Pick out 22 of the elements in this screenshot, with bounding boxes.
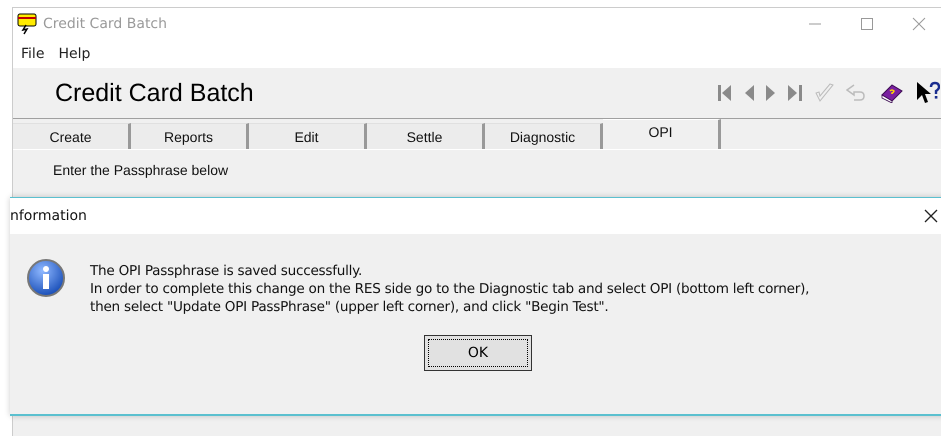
ok-button[interactable]: OK bbox=[424, 335, 532, 371]
tab[interactable]: Diagnostic bbox=[485, 123, 603, 149]
info-icon bbox=[26, 258, 66, 298]
maximize-icon[interactable] bbox=[860, 17, 874, 31]
window-title: Credit Card Batch bbox=[43, 16, 168, 32]
help-book-icon[interactable] bbox=[880, 83, 904, 103]
dialog-message: The OPI Passphrase is saved successfully. bbox=[90, 263, 364, 279]
tab[interactable]: Reports bbox=[131, 123, 249, 149]
menu-item[interactable]: Help bbox=[58, 46, 90, 62]
passphrase-prompt: Enter the Passphrase below bbox=[52, 161, 230, 178]
help-pointer-icon[interactable] bbox=[916, 81, 940, 105]
tab[interactable]: OPI bbox=[603, 119, 721, 149]
tab[interactable]: Edit bbox=[249, 123, 367, 149]
tab[interactable]: Settle bbox=[367, 123, 485, 149]
page-heading: Credit Card Batch bbox=[55, 78, 255, 108]
dialog-message: then select "Update OPI PassPhrase" (upper left corner), and click "Begin Test". bbox=[90, 299, 610, 315]
close-icon[interactable] bbox=[924, 209, 938, 223]
credit-card-icon bbox=[17, 13, 37, 35]
tab[interactable]: Create bbox=[13, 123, 131, 149]
dialog-message: In order to complete this change on the RES side go to the Diagnostic tab and select OPI (bottom left corner), bbox=[90, 281, 810, 297]
menu-item[interactable]: File bbox=[21, 46, 44, 62]
dialog-title: nformation bbox=[10, 208, 88, 224]
